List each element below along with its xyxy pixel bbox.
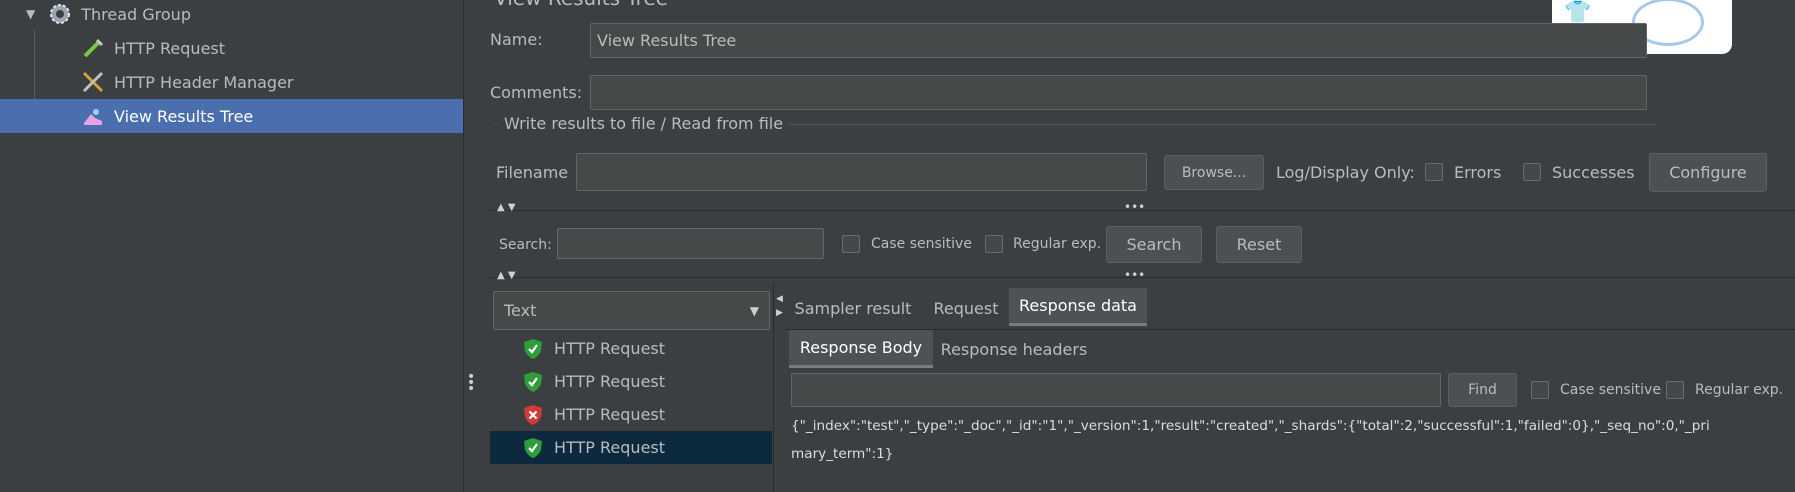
vertical-splitter[interactable]: • • • [464, 0, 476, 492]
result-label: HTTP Request [554, 372, 666, 391]
tree-item-label: HTTP Header Manager [114, 72, 294, 92]
response-body-line: {"_index":"test","_type":"_doc","_id":"1… [791, 418, 1710, 434]
tree-item-http-request[interactable]: HTTP Request [0, 31, 463, 65]
collapse-arrows-icon[interactable]: ▲ ▼ [497, 270, 516, 281]
search-input[interactable] [557, 228, 824, 259]
renderer-selected-value: Text [504, 301, 537, 320]
result-row[interactable]: HTTP Request [490, 398, 772, 431]
case-sensitive-label: Case sensitive [871, 236, 972, 252]
tab-request[interactable]: Request [926, 289, 1006, 327]
find-case-sensitive-checkbox[interactable] [1531, 381, 1549, 399]
name-input[interactable]: View Results Tree [590, 23, 1647, 58]
response-body-line: mary_term":1} [791, 446, 894, 462]
successes-label: Successes [1552, 163, 1635, 182]
result-row[interactable]: HTTP Request [490, 365, 772, 398]
success-shield-icon [520, 435, 546, 461]
find-regex-checkbox[interactable] [1666, 381, 1684, 399]
result-row-selected[interactable]: HTTP Request [490, 431, 772, 464]
errors-label: Errors [1454, 163, 1502, 182]
collapse-arrows-icon[interactable]: ▲ ▼ [497, 202, 516, 213]
tree-item-label: Thread Group [81, 4, 191, 24]
tree-item-thread-group[interactable]: ▼ Thread Group [0, 0, 463, 31]
splitter-handle-icon[interactable]: ••• [1124, 200, 1145, 214]
regex-label: Regular exp. [1013, 236, 1102, 252]
tree-item-view-results-tree[interactable]: View Results Tree [0, 99, 463, 133]
tree-item-label: HTTP Request [114, 38, 226, 58]
filename-input[interactable] [576, 153, 1147, 191]
chevron-down-icon: ▼ [749, 303, 759, 318]
splitter-handle-icon[interactable]: ••• [1124, 268, 1145, 282]
divider [785, 329, 1795, 330]
result-label: HTTP Request [554, 438, 666, 457]
comments-label: Comments: [490, 83, 583, 102]
subtab-response-body[interactable]: Response Body [789, 330, 933, 368]
pipette-icon [80, 35, 106, 61]
results-tree-icon [80, 103, 106, 129]
search-button[interactable]: Search [1106, 226, 1202, 263]
splitter-handle-icon[interactable]: ••• [467, 370, 475, 396]
tab-response-data[interactable]: Response data [1009, 288, 1147, 326]
success-shield-icon [520, 369, 546, 395]
result-label: HTTP Request [554, 339, 666, 358]
browse-button[interactable]: Browse... [1164, 155, 1264, 190]
log-display-label: Log/Display Only: [1276, 163, 1415, 182]
result-row[interactable]: HTTP Request [490, 332, 772, 365]
gear-icon [47, 1, 73, 27]
group-title: Write results to file / Read from file [498, 114, 790, 133]
panel-title: View Results Tree [494, 0, 668, 10]
shirt-icon: 👕 [1564, 0, 1592, 25]
name-label: Name: [490, 30, 543, 49]
find-case-sensitive-label: Case sensitive [1560, 382, 1661, 398]
tree-item-label: View Results Tree [114, 106, 254, 126]
tab-sampler-result[interactable]: Sampler result [789, 289, 917, 327]
tools-icon [80, 69, 106, 95]
configure-button[interactable]: Configure [1649, 153, 1767, 192]
tree-item-http-header-manager[interactable]: HTTP Header Manager [0, 65, 463, 99]
comments-input[interactable] [590, 75, 1647, 110]
find-input[interactable] [791, 373, 1441, 407]
find-button[interactable]: Find [1448, 373, 1517, 407]
find-regex-label: Regular exp. [1695, 382, 1784, 398]
regex-checkbox[interactable] [985, 235, 1003, 253]
list-detail-splitter[interactable] [773, 284, 774, 492]
search-label: Search: [499, 237, 552, 253]
filename-label: Filename [496, 163, 569, 182]
case-sensitive-checkbox[interactable] [842, 235, 860, 253]
result-label: HTTP Request [554, 405, 666, 424]
error-shield-icon [520, 402, 546, 428]
test-plan-tree: ▼ Thread Group HTTP Request HTTP Header … [0, 0, 464, 492]
reset-button[interactable]: Reset [1216, 226, 1302, 263]
subtab-response-headers[interactable]: Response headers [940, 330, 1088, 368]
collapse-arrows-icon[interactable]: ◀ ▶ [776, 292, 783, 320]
collapse-arrow-icon[interactable]: ▼ [26, 7, 35, 21]
successes-checkbox[interactable] [1523, 163, 1541, 181]
renderer-select[interactable]: Text ▼ [493, 291, 770, 330]
errors-checkbox[interactable] [1425, 163, 1443, 181]
success-shield-icon [520, 336, 546, 362]
